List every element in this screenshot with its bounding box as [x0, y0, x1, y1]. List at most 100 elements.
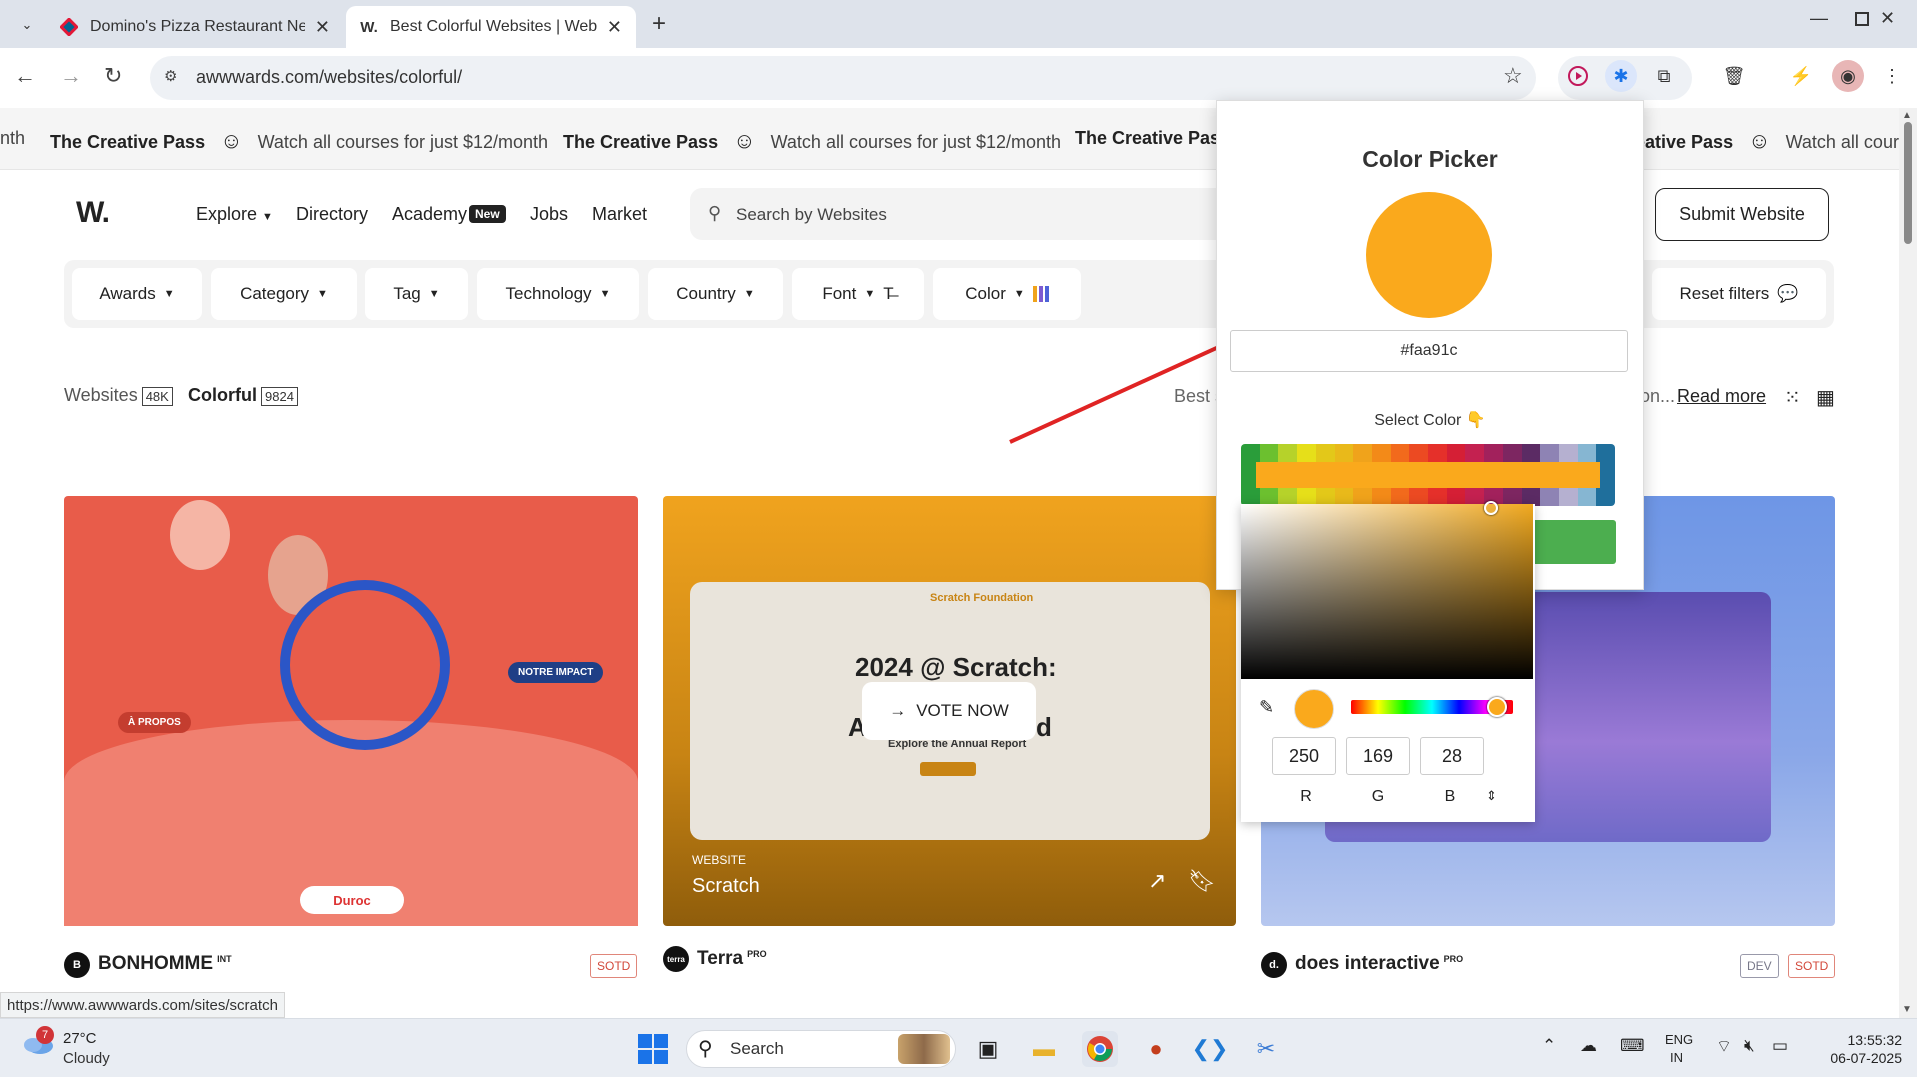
banner-item[interactable]: The Creative Pass — [1075, 128, 1230, 149]
site-settings-icon[interactable]: ⚙ — [164, 67, 177, 85]
battery-icon[interactable]: ▭ — [1772, 1036, 1788, 1056]
browser-menu-icon[interactable]: ⋮ — [1876, 60, 1908, 92]
filter-awards[interactable]: Awards ▼ — [72, 268, 202, 320]
awwwards-logo[interactable]: W. — [76, 196, 110, 230]
filter-font[interactable]: Font ▼ T̶ — [792, 268, 924, 320]
sotd-badge: SOTD — [1788, 954, 1836, 978]
weather-temp[interactable]: 27°C — [63, 1030, 97, 1047]
reload-icon[interactable]: ↻ — [104, 63, 122, 89]
tab-awwwards[interactable]: W. Best Colorful Websites | Web D ✕ — [346, 6, 636, 48]
vertical-scrollbar[interactable] — [1899, 108, 1917, 1018]
extensions-puzzle-icon[interactable]: ✱ — [1605, 60, 1637, 92]
maximize-icon[interactable] — [1855, 12, 1869, 26]
close-tab-icon[interactable]: ✕ — [315, 17, 330, 38]
author-avatar[interactable]: B — [64, 952, 90, 978]
palette-selection-bar — [1256, 462, 1600, 488]
vote-now-button[interactable]: → VOTE NOW — [862, 682, 1036, 740]
scroll-down-icon[interactable]: ▼ — [1902, 1004, 1912, 1015]
banner-item[interactable]: eative Pass ☺ Watch all cour — [1635, 128, 1899, 154]
nav-explore[interactable]: Explore ▼ — [196, 204, 273, 225]
profile-avatar[interactable]: ◉ — [1832, 60, 1864, 92]
scrollbar-thumb[interactable] — [1904, 122, 1912, 244]
vscode-icon[interactable]: ❮❯ — [1192, 1031, 1229, 1067]
filter-technology[interactable]: Technology ▼ — [477, 268, 639, 320]
wifi-icon[interactable]: ⌔ — [1716, 1036, 1732, 1057]
banner-item[interactable]: The Creative Pass ☺ Watch all courses fo… — [50, 128, 548, 154]
close-tab-icon[interactable]: ✕ — [607, 17, 622, 38]
crumb-websites[interactable]: Websites 48K — [64, 385, 173, 406]
smile-icon: ☺ — [733, 128, 756, 153]
powerpoint-icon[interactable]: ● — [1138, 1031, 1174, 1067]
window-close-icon[interactable]: ✕ — [1880, 8, 1895, 29]
task-view-icon[interactable]: ▣ — [970, 1031, 1006, 1067]
nav-market[interactable]: Market — [592, 204, 647, 225]
submit-website-button[interactable]: Submit Website — [1655, 188, 1829, 241]
performance-icon[interactable]: ⚡ — [1785, 60, 1817, 92]
tab-dominos[interactable]: Domino's Pizza Restaurant Nea ✕ — [46, 6, 344, 48]
eyedropper-icon[interactable]: ✎ — [1259, 697, 1274, 718]
onedrive-icon[interactable]: ☁ — [1580, 1036, 1597, 1056]
forward-icon[interactable]: → — [60, 63, 82, 89]
nav-jobs[interactable]: Jobs — [530, 204, 568, 225]
reset-filters-button[interactable]: Reset filters 💬 — [1652, 268, 1826, 320]
region-indicator[interactable]: IN — [1670, 1050, 1683, 1065]
filter-tag[interactable]: Tag ▼ — [365, 268, 468, 320]
author-avatar[interactable]: terra — [663, 946, 689, 972]
scratch-foundation-logo: Scratch Foundation — [930, 592, 1034, 604]
bookmark-icon[interactable]: 🔖︎ — [1188, 868, 1216, 894]
snipping-tool-icon[interactable]: ✂ — [1248, 1031, 1284, 1067]
read-more-link[interactable]: Read more — [1677, 386, 1766, 407]
filter-category[interactable]: Category ▼ — [211, 268, 357, 320]
nav-academy[interactable]: Academy — [392, 204, 467, 225]
format-toggle-icon[interactable]: ⇕ — [1486, 788, 1497, 804]
green-label: G — [1371, 788, 1385, 805]
weather-condition[interactable]: Cloudy — [63, 1050, 110, 1067]
back-icon[interactable]: ← — [14, 63, 36, 89]
crumb-colorful[interactable]: Colorful 9824 — [188, 385, 298, 406]
author-name[interactable]: does interactive PRO — [1295, 953, 1463, 975]
screen-recorder-icon[interactable] — [1562, 60, 1594, 92]
card-site-name[interactable]: Scratch — [692, 875, 760, 898]
screenshot-headline-3: d — [1036, 712, 1052, 742]
banner-item[interactable]: The Creative Pass ☺ Watch all courses fo… — [563, 128, 1061, 154]
status-bar-url: https://www.awwwards.com/sites/scratch — [0, 992, 285, 1018]
scroll-up-icon[interactable]: ▲ — [1902, 110, 1912, 121]
chrome-icon[interactable] — [1082, 1031, 1118, 1067]
filter-country[interactable]: Country ▼ — [648, 268, 783, 320]
saturation-cursor[interactable] — [1484, 501, 1498, 515]
green-input[interactable]: 169 — [1346, 737, 1410, 775]
clock-time[interactable]: 13:55:32 — [1812, 1032, 1903, 1048]
sotd-badge: SOTD — [590, 954, 638, 978]
hue-slider-thumb[interactable] — [1487, 697, 1507, 717]
hex-value-field[interactable]: #faa91c — [1230, 330, 1628, 372]
extension-icon[interactable]: ⧉ — [1648, 60, 1680, 92]
author-name[interactable]: Terra PRO — [697, 948, 767, 970]
minimize-icon[interactable]: — — [1810, 8, 1828, 29]
saturation-value-area[interactable] — [1241, 504, 1533, 679]
language-indicator[interactable]: ENG — [1665, 1032, 1693, 1047]
red-input[interactable]: 250 — [1272, 737, 1336, 775]
clock-date[interactable]: 06-07-2025 — [1812, 1050, 1902, 1066]
tab-title: Domino's Pizza Restaurant Nea — [90, 18, 305, 35]
tab-search-dropdown-icon[interactable]: ⌄ — [14, 12, 40, 38]
card-label: WEBSITE — [692, 853, 747, 867]
blue-input[interactable]: 28 — [1420, 737, 1484, 775]
url-text[interactable]: awwwards.com/websites/colorful/ — [196, 67, 462, 88]
selected-color-swatch — [1366, 192, 1492, 318]
external-link-icon[interactable]: ↗ — [1148, 868, 1166, 894]
new-tab-icon[interactable]: + — [652, 10, 666, 38]
tab-title: Best Colorful Websites | Web D — [390, 18, 597, 35]
bookmark-star-icon[interactable]: ☆ — [1503, 63, 1523, 89]
author-avatar[interactable]: d. — [1261, 952, 1287, 978]
file-explorer-icon[interactable]: ▬ — [1026, 1031, 1062, 1067]
keyboard-icon[interactable]: ⌨ — [1620, 1036, 1645, 1056]
grid-small-icon[interactable]: ⁙ — [1784, 385, 1801, 410]
current-color-dot — [1294, 689, 1334, 729]
trash-icon[interactable]: 🗑 — [1718, 60, 1750, 92]
volume-mute-icon[interactable]: 🔇︎ — [1744, 1036, 1755, 1056]
nav-directory[interactable]: Directory — [296, 204, 368, 225]
windows-start-icon[interactable] — [638, 1034, 668, 1064]
show-hidden-icons-icon[interactable]: ⌃ — [1542, 1036, 1556, 1056]
grid-large-icon[interactable]: ▦ — [1816, 385, 1835, 410]
author-name[interactable]: BONHOMME INT — [98, 953, 232, 975]
